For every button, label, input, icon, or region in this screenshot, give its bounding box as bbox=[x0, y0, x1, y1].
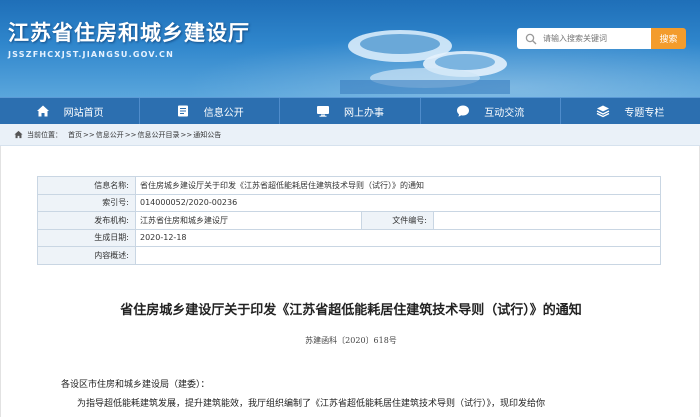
table-row: 内容概述: bbox=[37, 246, 661, 265]
org-value: 江苏省住房和城乡建设厅 bbox=[135, 211, 362, 230]
home-icon bbox=[14, 130, 23, 139]
name-value: 省住房城乡建设厅关于印发《江苏省超低能耗居住建筑技术导则（试行）》的通知 bbox=[135, 176, 661, 195]
nav-item-label: 专题专栏 bbox=[624, 107, 665, 119]
nav-item-special-topics[interactable]: 专题专栏 bbox=[561, 98, 700, 124]
name-label: 信息名称: bbox=[37, 176, 136, 195]
site-banner: 江苏省住房和城乡建设厅 JSSZFHCXJST.JIANGSU.GOV.CN 搜… bbox=[0, 0, 700, 97]
table-row: 发布机构: 江苏省住房和城乡建设厅 文件编号: bbox=[37, 211, 661, 230]
nav-item-label: 信息公开 bbox=[203, 107, 244, 119]
breadcrumb-link-home[interactable]: 首页 bbox=[68, 130, 82, 140]
summary-label: 内容概述: bbox=[37, 246, 136, 265]
breadcrumb-separator: >> bbox=[124, 130, 137, 139]
document-paragraph: 为指导超低能耗建筑发展，提升建筑能效，我厅组织编制了《江苏省超低能耗居住建筑技术… bbox=[77, 399, 546, 409]
summary-value bbox=[135, 246, 661, 265]
document-title: 省住房城乡建设厅关于印发《江苏省超低能耗居住建筑技术导则（试行）》的通知 bbox=[120, 303, 582, 318]
stadium-illustration bbox=[340, 30, 510, 94]
site-url: JSSZFHCXJST.JIANGSU.GOV.CN bbox=[8, 50, 174, 59]
table-row: 索引号: 014000052/2020-00236 bbox=[37, 193, 661, 212]
breadcrumb-link-info[interactable]: 信息公开 bbox=[96, 130, 124, 140]
home-icon bbox=[36, 105, 49, 117]
info-table: 信息名称: 省住房城乡建设厅关于印发《江苏省超低能耗居住建筑技术导则（试行）》的… bbox=[37, 176, 661, 265]
document-salutation: 各设区市住房和城乡建设局（建委）： bbox=[61, 380, 210, 390]
layers-icon bbox=[597, 105, 610, 118]
nav-item-label: 网站首页 bbox=[63, 107, 104, 119]
document-number: 苏建函科〔2020〕618号 bbox=[305, 336, 397, 345]
search-box[interactable] bbox=[517, 28, 651, 49]
index-label: 索引号: bbox=[37, 193, 136, 212]
date-label: 生成日期: bbox=[37, 228, 136, 247]
nav-item-interaction[interactable]: 互动交流 bbox=[421, 98, 561, 124]
table-row: 信息名称: 省住房城乡建设厅关于印发《江苏省超低能耗居住建筑技术导则（试行）》的… bbox=[37, 176, 661, 195]
search-button[interactable]: 搜索 bbox=[651, 28, 686, 49]
org-label: 发布机构: bbox=[37, 211, 136, 230]
index-value: 014000052/2020-00236 bbox=[135, 193, 661, 212]
search-input[interactable] bbox=[543, 34, 643, 43]
breadcrumb-prefix: 当前位置： bbox=[27, 130, 62, 139]
breadcrumb-separator: >> bbox=[83, 130, 95, 139]
main-content: 信息名称: 省住房城乡建设厅关于印发《江苏省超低能耗居住建筑技术导则（试行）》的… bbox=[0, 146, 700, 417]
file-no-label: 文件编号: bbox=[361, 211, 434, 230]
main-nav: 网站首页 信息公开 网上办事 互动交流 专题专栏 bbox=[0, 97, 700, 124]
table-row: 生成日期: 2020-12-18 bbox=[37, 228, 661, 247]
monitor-icon bbox=[317, 106, 329, 117]
breadcrumb-separator: >> bbox=[180, 130, 193, 139]
document-icon bbox=[177, 105, 188, 117]
nav-item-label: 互动交流 bbox=[484, 107, 525, 119]
site-title: 江苏省住房和城乡建设厅 bbox=[8, 21, 250, 45]
nav-item-online-service[interactable]: 网上办事 bbox=[280, 98, 421, 124]
breadcrumb: 当前位置： 首页 >> 信息公开 >> 信息公开目录 >> 通知公告 bbox=[0, 124, 700, 146]
nav-item-label: 网上办事 bbox=[344, 107, 384, 119]
search-icon bbox=[525, 33, 537, 44]
date-value: 2020-12-18 bbox=[135, 228, 661, 247]
nav-item-home[interactable]: 网站首页 bbox=[0, 98, 141, 124]
nav-item-info[interactable]: 信息公开 bbox=[140, 98, 281, 124]
breadcrumb-link-notice[interactable]: 通知公告 bbox=[193, 130, 221, 140]
breadcrumb-link-catalog[interactable]: 信息公开目录 bbox=[137, 130, 179, 140]
file-no-value bbox=[433, 211, 661, 230]
chat-icon bbox=[457, 105, 470, 117]
